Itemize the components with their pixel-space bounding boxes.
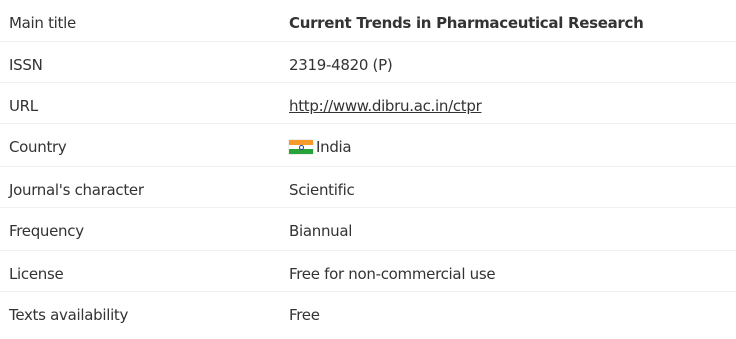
texts-availability-label: Texts availability: [9, 306, 129, 324]
row-country: Country India: [0, 124, 736, 167]
row-url: URL http://www.dibru.ac.in/ctpr: [0, 83, 736, 124]
row-main-title: Main title Current Trends in Pharmaceuti…: [0, 0, 736, 42]
main-title-label: Main title: [9, 14, 76, 32]
license-value: Free for non-commercial use: [289, 265, 496, 283]
texts-availability-value: Free: [289, 306, 320, 324]
frequency-value: Biannual: [289, 222, 353, 240]
country-value: India: [289, 138, 352, 156]
issn-label: ISSN: [9, 56, 43, 74]
main-title-value: Current Trends in Pharmaceutical Researc…: [289, 14, 644, 32]
row-license: License Free for non-commercial use: [0, 251, 736, 292]
journal-url-link[interactable]: http://www.dibru.ac.in/ctpr: [289, 97, 482, 115]
row-issn: ISSN 2319-4820 (P): [0, 42, 736, 83]
issn-value: 2319-4820 (P): [289, 56, 393, 74]
license-label: License: [9, 265, 64, 283]
character-label: Journal's character: [9, 181, 144, 199]
india-flag-icon: [289, 140, 313, 154]
row-frequency: Frequency Biannual: [0, 208, 736, 251]
url-label: URL: [9, 97, 38, 115]
row-texts-availability: Texts availability Free: [0, 292, 736, 332]
row-character: Journal's character Scientific: [0, 167, 736, 208]
frequency-label: Frequency: [9, 222, 84, 240]
journal-info-table: Main title Current Trends in Pharmaceuti…: [0, 0, 736, 332]
url-value: http://www.dibru.ac.in/ctpr: [289, 97, 482, 115]
character-value: Scientific: [289, 181, 355, 199]
country-label: Country: [9, 138, 67, 156]
country-name: India: [316, 138, 352, 156]
